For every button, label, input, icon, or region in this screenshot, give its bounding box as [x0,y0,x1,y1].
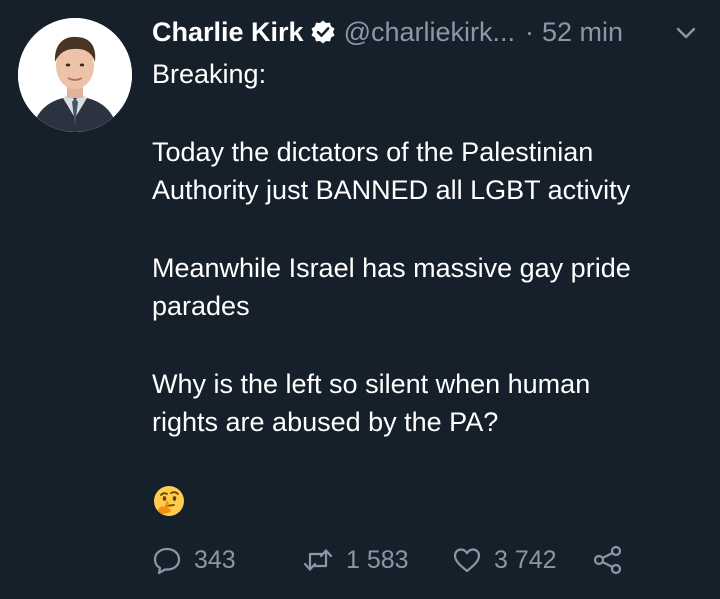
share-icon [592,545,624,575]
chevron-down-icon[interactable] [672,22,700,44]
like-button[interactable]: 3 742 [452,540,557,580]
tweet-header: Charlie Kirk @charliekirk... · 52 min [152,12,712,52]
tweet-line: Meanwhile Israel has massive gay pride [152,253,631,283]
tweet-actions: 343 1 583 3 742 [152,540,652,580]
reply-button[interactable]: 343 [152,540,236,580]
tweet-timestamp[interactable]: 52 min [542,17,623,48]
thinking-face-emoji [152,484,186,518]
retweet-button[interactable]: 1 583 [302,540,409,580]
like-icon [452,545,482,575]
tweet-text: Breaking: Today the dictators of the Pal… [152,55,700,441]
share-button[interactable] [592,540,624,580]
like-count: 3 742 [494,545,557,574]
separator-dot: · [525,16,535,47]
author-handle[interactable]: @charliekirk... [344,17,515,48]
tweet-line: Authority just BANNED all LGBT activity [152,175,631,205]
avatar[interactable] [18,18,132,132]
tweet[interactable]: Charlie Kirk @charliekirk... · 52 min Br… [0,0,720,599]
tweet-line: parades [152,291,250,321]
retweet-count: 1 583 [346,545,409,574]
tweet-line: rights are abused by the PA? [152,407,499,437]
tweet-line: Today the dictators of the Palestinian [152,137,594,167]
reply-icon [152,545,182,575]
tweet-line: Breaking: [152,59,267,89]
reply-count: 343 [194,545,236,574]
retweet-icon [302,545,334,575]
verified-badge-icon [310,19,336,45]
author-name[interactable]: Charlie Kirk [152,17,304,48]
tweet-line: Why is the left so silent when human [152,369,591,399]
